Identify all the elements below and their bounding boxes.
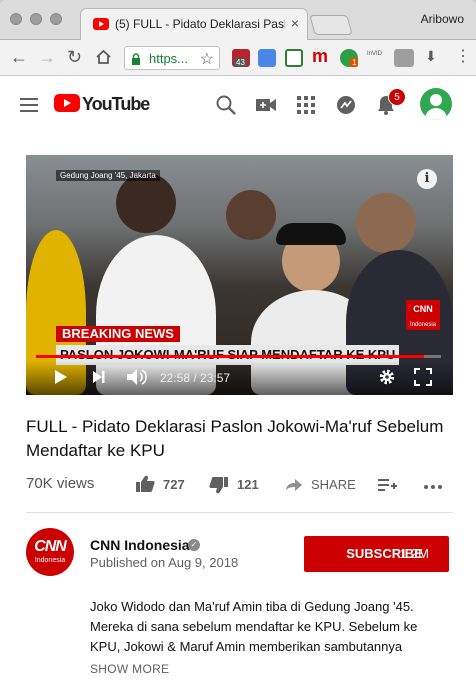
channel-avatar-text: CNN: [34, 538, 67, 555]
upload-video-icon[interactable]: [255, 94, 277, 116]
back-arrow-icon[interactable]: ←: [10, 48, 28, 66]
user-avatar[interactable]: [420, 88, 452, 120]
download-arrow-icon[interactable]: ⬇: [425, 48, 443, 66]
add-to-playlist-icon[interactable]: [377, 477, 397, 496]
volume-icon[interactable]: [126, 367, 148, 392]
video-title: FULL - Pidato Deklarasi Paslon Jokowi-Ma…: [26, 417, 444, 460]
extension-7-icon[interactable]: [394, 49, 414, 67]
video-player[interactable]: Gedung Joang '45, Jakarta i CNN Indonesia…: [26, 155, 453, 395]
verified-check-icon: ✓: [188, 539, 200, 551]
show-more-link[interactable]: SHOW MORE: [90, 662, 169, 676]
home-icon[interactable]: [95, 49, 112, 68]
minimize-window-button[interactable]: [30, 13, 42, 25]
browser-tab[interactable]: (5) FULL - Pidato Deklarasi Paslon Jokow…: [80, 8, 308, 40]
youtube-wordmark[interactable]: YouTube: [82, 94, 150, 115]
download-extension-icon[interactable]: [285, 49, 303, 67]
subscriber-count: 1.2M: [400, 546, 429, 561]
more-options-icon[interactable]: [424, 479, 442, 498]
browser-window: (5) FULL - Pidato Deklarasi Paslon Jokow…: [0, 0, 476, 700]
location-tag: Gedung Joang '45, Jakarta: [56, 170, 160, 181]
play-icon[interactable]: [54, 369, 68, 390]
profile-name[interactable]: Aribowo: [421, 12, 464, 26]
cnn-bug-logo: CNN Indonesia: [406, 300, 440, 330]
extension-1-badge: 43: [234, 58, 247, 67]
hamburger-menu-icon[interactable]: [20, 98, 38, 116]
green-extension-badge: 1: [350, 58, 359, 67]
channel-avatar-subtext: Indonesia: [34, 557, 66, 564]
publish-date: Published on Aug 9, 2018: [90, 555, 239, 570]
share-button[interactable]: SHARE: [311, 477, 356, 492]
dislike-count: 121: [237, 477, 259, 492]
messages-icon[interactable]: [335, 94, 357, 116]
time-display: 22:58 / 23:57: [160, 371, 231, 385]
background-head: [226, 190, 276, 240]
tab-title: (5) FULL - Pidato Deklarasi Paslon Jokow…: [115, 17, 285, 31]
divider: [26, 512, 453, 513]
browser-toolbar: ← → ↻ https... ☆ 43 m 1 InVID ⬇ ⋮: [0, 40, 476, 76]
tab-close-icon[interactable]: ×: [291, 15, 299, 31]
fullscreen-icon[interactable]: [414, 368, 432, 391]
bookmark-star-icon[interactable]: ☆: [200, 49, 214, 69]
m-extension-icon[interactable]: m: [312, 46, 330, 66]
like-icon[interactable]: [135, 475, 155, 496]
forward-arrow-icon[interactable]: →: [38, 48, 56, 66]
reload-icon[interactable]: ↻: [67, 48, 82, 66]
view-count: 70K views: [26, 475, 95, 492]
progress-bar[interactable]: [36, 355, 441, 358]
progress-bar-fill: [36, 355, 424, 358]
menu-dots-icon[interactable]: ⋮: [455, 46, 473, 65]
bystander-right-head: [356, 193, 416, 253]
youtube-favicon-icon: [93, 18, 109, 30]
speaker-2-cap: [276, 223, 346, 245]
tab-strip: (5) FULL - Pidato Deklarasi Paslon Jokow…: [0, 0, 476, 40]
player-controls: 22:58 / 23:57: [26, 361, 453, 395]
new-tab-button[interactable]: [309, 15, 353, 35]
invid-extension-icon[interactable]: InVID: [367, 51, 389, 69]
settings-gear-icon[interactable]: [378, 368, 396, 391]
channel-avatar[interactable]: CNN Indonesia: [26, 528, 74, 576]
translate-extension-icon[interactable]: [258, 49, 276, 67]
lock-icon: [131, 52, 141, 65]
next-icon[interactable]: [92, 369, 106, 390]
dislike-icon[interactable]: [209, 476, 229, 497]
video-description: Joko Widodo dan Ma'ruf Amin tiba di Gedu…: [90, 599, 418, 654]
search-icon[interactable]: [215, 94, 237, 116]
channel-name-link[interactable]: CNN Indonesia: [90, 537, 190, 553]
zoom-window-button[interactable]: [50, 13, 62, 25]
address-bar[interactable]: https... ☆: [124, 46, 220, 70]
like-count: 727: [163, 477, 185, 492]
share-icon[interactable]: [285, 478, 303, 495]
youtube-header: YouTube 5: [0, 76, 476, 132]
cnn-bug-text: Indonesia: [409, 322, 437, 328]
info-icon[interactable]: i: [417, 169, 437, 189]
apps-grid-icon[interactable]: [295, 94, 317, 116]
notification-count-badge: 5: [388, 88, 406, 106]
youtube-logo-icon[interactable]: [54, 94, 80, 112]
speaker-1-head: [116, 173, 176, 233]
url-text: https...: [149, 51, 189, 66]
close-window-button[interactable]: [10, 13, 22, 25]
breaking-news-label: BREAKING NEWS: [56, 326, 180, 342]
